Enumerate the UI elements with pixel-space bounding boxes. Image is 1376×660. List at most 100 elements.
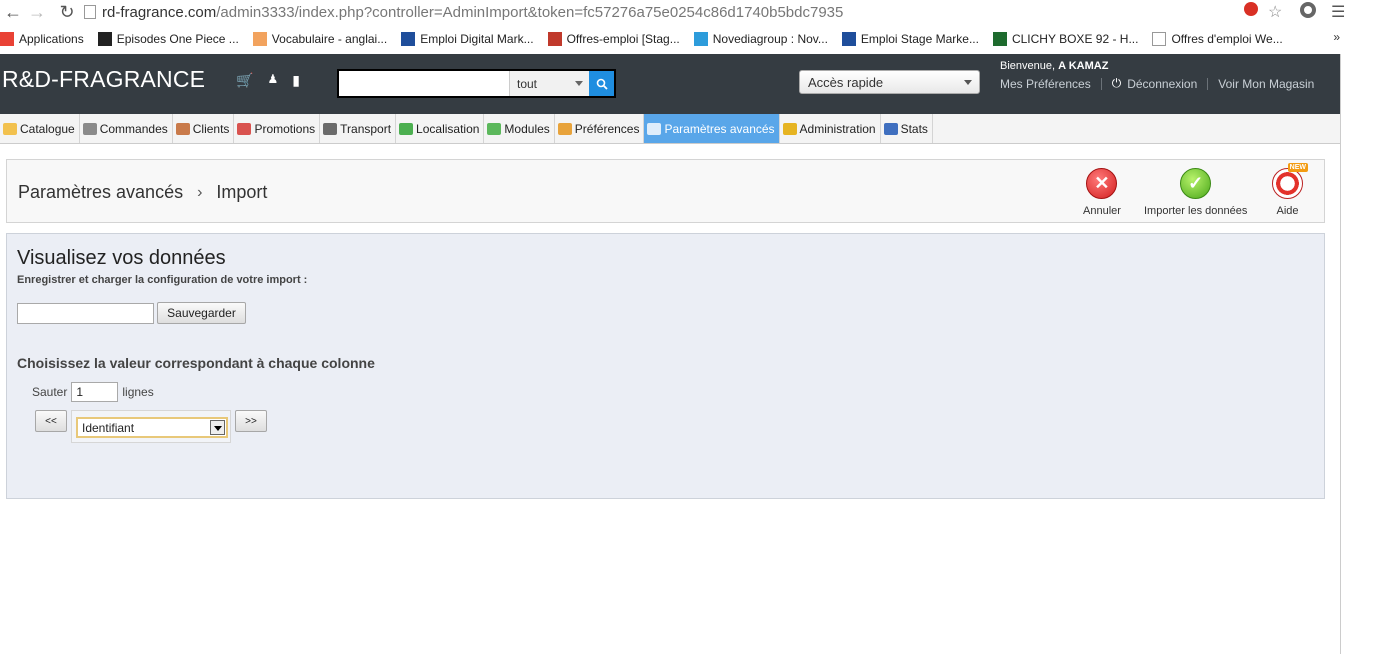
next-column-button[interactable]: >>	[235, 410, 267, 432]
help-button[interactable]: NEW Aide	[1272, 163, 1308, 217]
cart-icon	[82, 122, 97, 135]
menu-label: Préférences	[574, 121, 640, 136]
bookmark-label: CLICHY BOXE 92 - H...	[1011, 32, 1139, 46]
search-button[interactable]	[589, 71, 614, 96]
back-icon[interactable]: ←	[2, 1, 24, 23]
menu-icon[interactable]: ☰	[1331, 2, 1345, 22]
view-shop-link[interactable]: Voir Mon Magasin	[1218, 77, 1314, 91]
bookmark-item[interactable]: Offres d'emploi We...	[1152, 32, 1283, 46]
menu-label: Paramètres avancés	[664, 121, 775, 136]
panel-title: Visualisez vos données	[17, 247, 226, 269]
reload-icon[interactable]: ↻	[56, 1, 78, 23]
menu-label: Promotions	[254, 121, 316, 136]
breadcrumb-parent[interactable]: Paramètres avancés	[18, 182, 183, 203]
key-icon	[782, 122, 797, 135]
bookmarks-overflow-button[interactable]: »	[1333, 30, 1340, 44]
menu-item-promo[interactable]: Promotions	[234, 114, 321, 143]
bookmark-item[interactable]: Vocabulaire - anglai...	[252, 32, 388, 46]
address-bar[interactable]: rd-fragrance.com/admin3333/index.php?con…	[84, 2, 1290, 22]
cart-icon[interactable]: 🛒	[236, 72, 253, 89]
menu-label: Clients	[192, 121, 230, 136]
menu-item-prefs[interactable]: Préférences	[555, 114, 645, 143]
import-data-button[interactable]: ✓ Importer les données	[1144, 168, 1247, 217]
save-config-button[interactable]: Sauvegarder	[157, 302, 246, 324]
page-header: Paramètres avancés › Import ✕ Annuler ✓ …	[6, 159, 1325, 223]
bookmark-item[interactable]: Applications	[0, 32, 84, 46]
customers-icon[interactable]: ♟	[267, 72, 278, 89]
chevron-down-icon	[575, 81, 583, 86]
column-type-select[interactable]: Identifiant	[76, 417, 228, 438]
chevron-right-icon: ›	[197, 183, 203, 201]
menu-label: Transport	[340, 121, 392, 136]
bookmark-label: Episodes One Piece ...	[116, 32, 239, 46]
bookmark-item[interactable]: Emploi Digital Mark...	[401, 32, 534, 46]
column-mapping-box: Identifiant	[71, 410, 231, 443]
quick-access-label: Accès rapide	[808, 74, 884, 90]
checkmark-icon: ✓	[1180, 168, 1212, 199]
browser-toolbar: ← → ↻ rd-fragrance.com/admin3333/index.p…	[0, 0, 1376, 26]
skip-lines-input[interactable]: 1	[71, 382, 119, 402]
chevron-down-icon	[964, 80, 972, 85]
config-name-input[interactable]	[17, 303, 154, 324]
bookmark-label: Novediagroup : Nov...	[712, 32, 828, 46]
shop-logo[interactable]: R&D-FRAGRANCE	[2, 66, 205, 93]
bookmark-item[interactable]: Episodes One Piece ...	[97, 32, 239, 46]
search-icon	[596, 78, 608, 90]
import-label: Importer les données	[1144, 205, 1248, 217]
cancel-label: Annuler	[1083, 205, 1121, 217]
menu-item-key[interactable]: Administration	[780, 114, 881, 143]
welcome-user: A KAMAZ	[1058, 60, 1109, 72]
divider	[1207, 77, 1209, 90]
bookmark-item[interactable]: Offres-emploi [Stag...	[547, 32, 680, 46]
bookmark-item[interactable]: Emploi Stage Marke...	[841, 32, 979, 46]
url-path: /admin3333/index.php?controller=AdminImp…	[216, 3, 844, 21]
bookmark-item[interactable]: Novediagroup : Nov...	[693, 32, 828, 46]
logout-link[interactable]: Déconnexion	[1127, 77, 1197, 91]
menu-item-puzzle[interactable]: Modules	[484, 114, 555, 143]
vocab-icon	[252, 32, 267, 46]
chevron-down-icon	[210, 420, 225, 435]
op-icon	[97, 32, 112, 46]
page-icon	[1152, 32, 1167, 46]
folder-icon	[3, 122, 17, 135]
forward-icon[interactable]: →	[26, 1, 48, 23]
messages-icon[interactable]: ▮	[292, 72, 300, 89]
skip-label: Sauter	[32, 385, 68, 399]
bookmark-label: Emploi Digital Mark...	[420, 32, 534, 46]
extension-icon[interactable]	[1300, 2, 1316, 18]
star-icon[interactable]: ☆	[1268, 2, 1282, 22]
cancel-button[interactable]: ✕ Annuler	[1083, 168, 1121, 217]
menu-label: Administration	[799, 121, 876, 136]
shield-icon	[992, 32, 1007, 46]
search-input[interactable]	[339, 71, 509, 96]
menu-item-bar-chart[interactable]: Stats	[881, 114, 933, 143]
breadcrumb-current: Import	[216, 182, 268, 202]
info-icon	[401, 32, 416, 46]
menu-item-wrench[interactable]: Paramètres avancés	[644, 114, 780, 143]
e-icon	[693, 32, 708, 46]
main-menu: Catalogue Commandes Clients Promotions Trans…	[0, 114, 1340, 144]
search-scope-select[interactable]: tout	[509, 71, 589, 96]
breadcrumb: Paramètres avancés › Import	[18, 182, 267, 203]
truck-icon	[323, 122, 338, 135]
bookmark-label: Vocabulaire - anglai...	[271, 32, 388, 46]
config-subtitle: Enregistrer et charger la configuration …	[17, 274, 308, 286]
menu-item-folder[interactable]: Catalogue	[0, 114, 80, 143]
globe-icon	[399, 122, 414, 135]
cancel-icon: ✕	[1086, 168, 1118, 199]
previous-column-button[interactable]: <<	[35, 410, 67, 432]
search-form: tout	[337, 69, 616, 98]
preferences-link[interactable]: Mes Préférences	[1000, 77, 1091, 91]
menu-item-truck[interactable]: Transport	[320, 114, 397, 143]
power-icon: ⏻	[1111, 76, 1122, 90]
quick-access-select[interactable]: Accès rapide	[799, 70, 980, 94]
menu-item-cart[interactable]: Commandes	[80, 114, 173, 143]
translate-icon[interactable]	[1244, 2, 1258, 16]
menu-label: Catalogue	[20, 121, 75, 136]
menu-item-user[interactable]: Clients	[173, 114, 235, 143]
menu-label: Modules	[504, 121, 550, 136]
cart-icon	[547, 32, 562, 46]
bookmark-item[interactable]: CLICHY BOXE 92 - H...	[992, 32, 1139, 46]
scrollbar[interactable]	[1340, 54, 1345, 654]
menu-item-globe[interactable]: Localisation	[396, 114, 485, 143]
